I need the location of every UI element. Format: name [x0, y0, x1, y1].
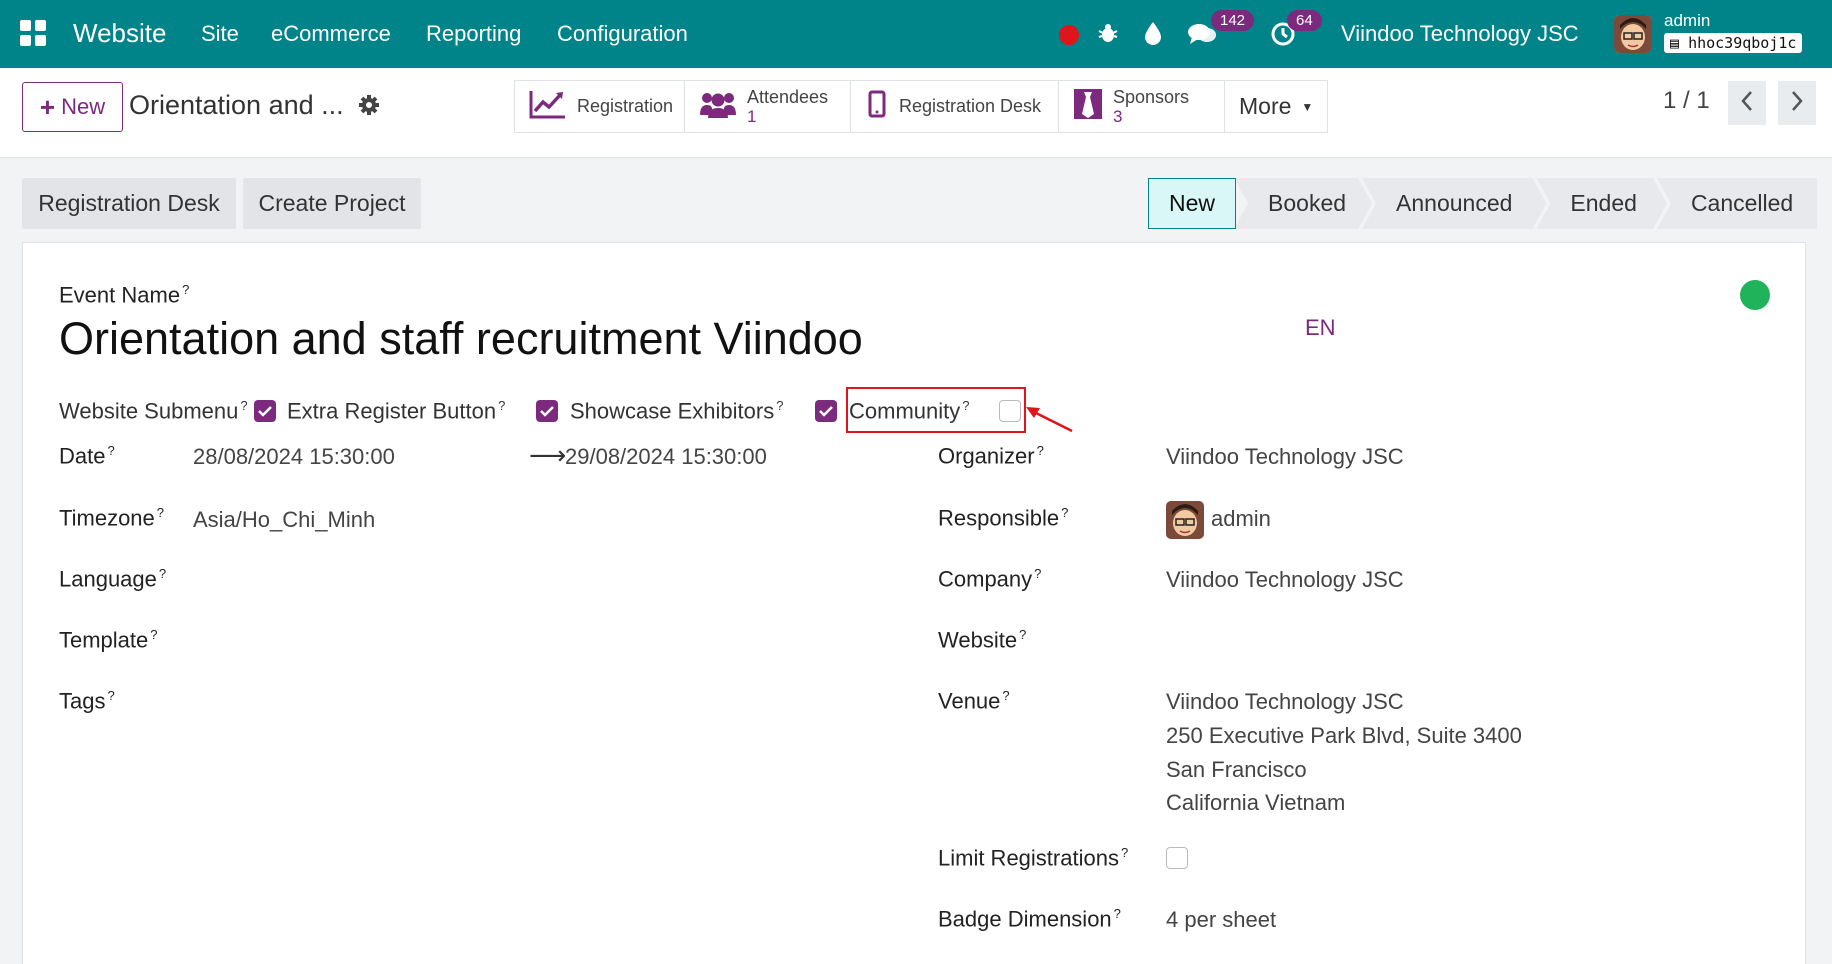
- menu-configuration[interactable]: Configuration: [557, 21, 688, 47]
- pointer-arrow-icon: [1024, 403, 1074, 438]
- activities-badge: 64: [1287, 10, 1322, 31]
- caret-down-icon: ▼: [1301, 99, 1314, 114]
- venue-line-1[interactable]: Viindoo Technology JSC: [1166, 689, 1404, 715]
- user-name[interactable]: admin: [1664, 11, 1710, 31]
- language-label: Language?: [59, 566, 167, 592]
- gear-icon[interactable]: [358, 94, 380, 121]
- company-field[interactable]: Viindoo Technology JSC: [1166, 567, 1404, 593]
- showcase-exhibitors-checkbox[interactable]: [815, 400, 837, 422]
- stage-cancelled[interactable]: Cancelled: [1656, 178, 1818, 229]
- stage-booked[interactable]: Booked: [1234, 178, 1372, 229]
- registration-label: Registration: [577, 96, 674, 116]
- menu-ecommerce[interactable]: eCommerce: [271, 21, 391, 47]
- date-label: Date?: [59, 443, 115, 469]
- create-project-button[interactable]: Create Project: [243, 178, 421, 229]
- status-indicator[interactable]: [1740, 280, 1770, 310]
- website-submenu-label: Website Submenu?: [59, 398, 248, 424]
- mobile-icon: [865, 89, 889, 124]
- chevron-left-icon: [1740, 90, 1754, 117]
- attendees-count: 1: [747, 106, 757, 126]
- event-name-label: Event Name?: [59, 282, 190, 308]
- language-toggle[interactable]: EN: [1305, 315, 1336, 341]
- registration-desk-smart-button[interactable]: Registration Desk: [851, 81, 1059, 132]
- highlight-box: [846, 387, 1026, 433]
- apps-menu-icon[interactable]: [20, 20, 46, 46]
- company-label: Company?: [938, 566, 1042, 592]
- sponsor-tie-icon: [1073, 88, 1103, 125]
- organizer-label: Organizer?: [938, 443, 1044, 469]
- pager-previous-button[interactable]: [1728, 81, 1766, 125]
- badge-dimension-label: Badge Dimension?: [938, 906, 1121, 932]
- drop-icon[interactable]: [1143, 21, 1163, 50]
- arrow-right-icon: ⟶: [529, 440, 567, 470]
- sponsors-smart-button[interactable]: Sponsors 3: [1059, 81, 1225, 132]
- database-chip: ▤ hhoc39qboj1c: [1664, 33, 1803, 53]
- website-label: Website?: [938, 627, 1027, 653]
- date-end-field[interactable]: 29/08/2024 15:30:00: [565, 444, 767, 470]
- stage-ended[interactable]: Ended: [1536, 178, 1667, 229]
- limit-registrations-checkbox[interactable]: [1166, 847, 1188, 869]
- company-switcher[interactable]: Viindoo Technology JSC: [1341, 21, 1579, 47]
- more-label: More: [1239, 93, 1292, 119]
- breadcrumb-record-title: Orientation and ...: [129, 90, 344, 120]
- timezone-field[interactable]: Asia/Ho_Chi_Minh: [193, 507, 375, 533]
- database-name: hhoc39qboj1c: [1688, 34, 1797, 52]
- stage-announced[interactable]: Announced: [1362, 178, 1546, 229]
- new-button[interactable]: + New: [22, 82, 123, 132]
- status-bar: New Booked Announced Ended Cancelled: [1148, 178, 1818, 229]
- registration-desk-button[interactable]: Registration Desk: [22, 178, 236, 229]
- timezone-label: Timezone?: [59, 505, 165, 531]
- registration-desk-label: Registration Desk: [899, 96, 1042, 116]
- showcase-exhibitors-label: Showcase Exhibitors?: [570, 398, 784, 424]
- venue-line-3: San Francisco: [1166, 757, 1307, 782]
- plus-icon: +: [39, 91, 56, 122]
- limit-registrations-label: Limit Registrations?: [938, 845, 1129, 871]
- attendees-smart-button[interactable]: Attendees 1: [685, 81, 851, 132]
- responsible-avatar: [1166, 501, 1204, 539]
- pager-next-button[interactable]: [1778, 81, 1816, 125]
- menu-reporting[interactable]: Reporting: [426, 21, 521, 47]
- tags-label: Tags?: [59, 688, 115, 714]
- attendees-label: Attendees: [747, 86, 829, 107]
- user-avatar[interactable]: [1614, 15, 1652, 53]
- pager-value[interactable]: 1 / 1: [1663, 87, 1710, 115]
- registration-smart-button[interactable]: Registration: [515, 81, 685, 132]
- badge-dimension-field[interactable]: 4 per sheet: [1166, 907, 1276, 933]
- extra-register-button-label: Extra Register Button?: [287, 398, 506, 424]
- event-name-field[interactable]: Orientation and staff recruitment Viindo…: [59, 313, 863, 365]
- website-submenu-checkbox[interactable]: [254, 400, 276, 422]
- venue-line-4: California Vietnam: [1166, 790, 1346, 815]
- control-panel: + New Orientation and ... Registration A…: [0, 68, 1832, 158]
- new-button-label: New: [61, 94, 106, 119]
- stage-new[interactable]: New: [1148, 178, 1237, 229]
- venue-label: Venue?: [938, 688, 1010, 714]
- responsible-field[interactable]: admin: [1211, 506, 1271, 532]
- organizer-field[interactable]: Viindoo Technology JSC: [1166, 444, 1404, 470]
- sponsors-label: Sponsors: [1113, 86, 1190, 107]
- users-icon: [699, 89, 737, 124]
- smart-buttons: Registration Attendees 1 Registration Des…: [514, 80, 1328, 133]
- record-dot-icon[interactable]: [1059, 25, 1079, 45]
- date-begin-field[interactable]: 28/08/2024 15:30:00: [193, 444, 395, 470]
- responsible-label: Responsible?: [938, 505, 1069, 531]
- more-dropdown[interactable]: More ▼: [1225, 81, 1327, 132]
- template-label: Template?: [59, 627, 158, 653]
- top-navbar: Website Site eCommerce Reporting Configu…: [0, 0, 1832, 68]
- bug-icon[interactable]: [1097, 22, 1119, 49]
- sponsors-count: 3: [1113, 106, 1123, 126]
- chart-line-icon: [529, 89, 567, 124]
- venue-line-2: 250 Executive Park Blvd, Suite 3400: [1166, 723, 1522, 748]
- extra-register-button-checkbox[interactable]: [536, 400, 558, 422]
- messages-badge: 142: [1211, 10, 1255, 31]
- chevron-right-icon: [1790, 90, 1804, 117]
- app-brand[interactable]: Website: [73, 18, 166, 49]
- menu-site[interactable]: Site: [201, 21, 239, 47]
